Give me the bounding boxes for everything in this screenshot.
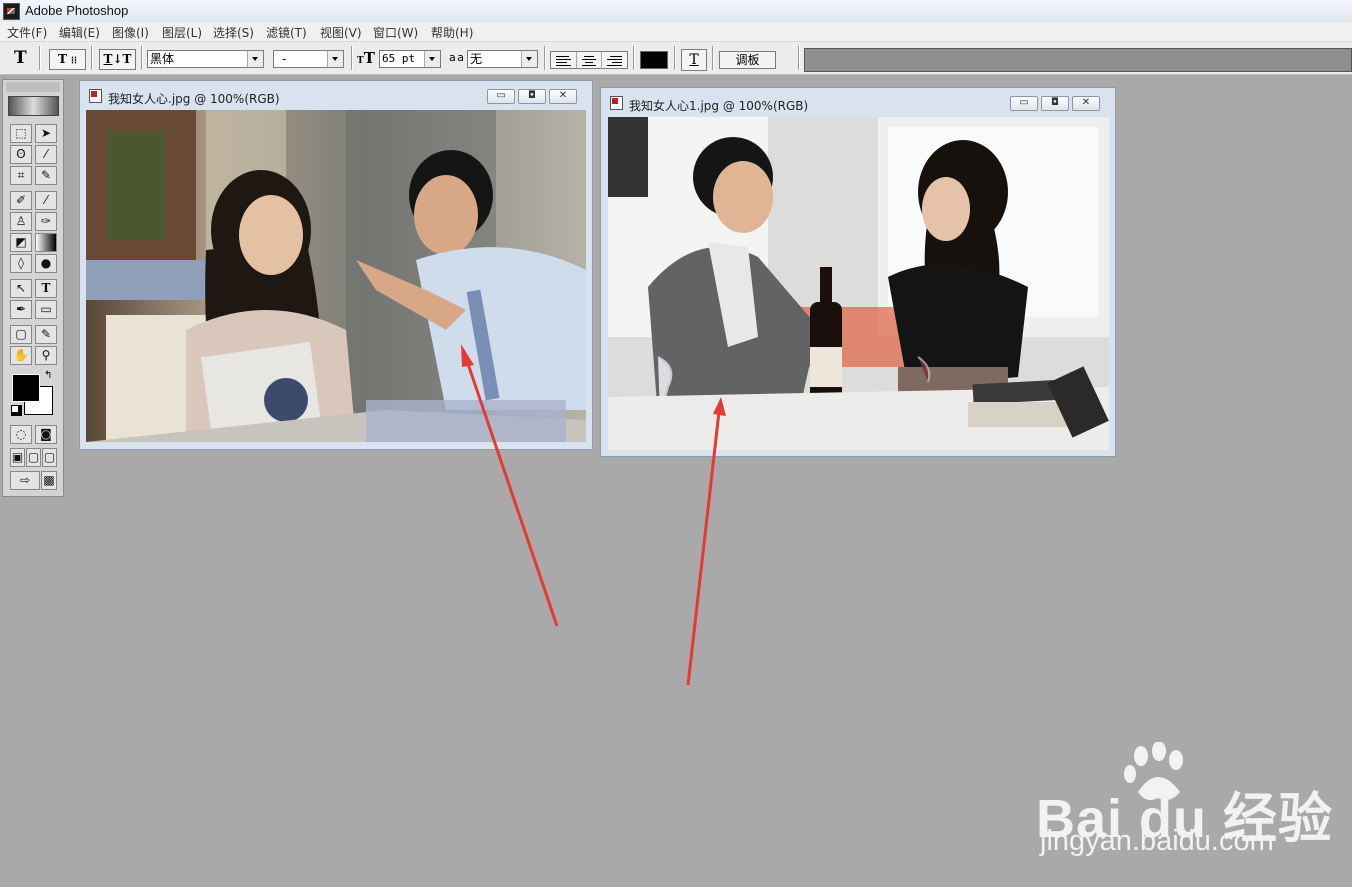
- red-arrow-2: [686, 397, 726, 686]
- watermark-url: jingyan.baidu.com: [1040, 825, 1274, 857]
- red-arrow-1: [461, 344, 559, 627]
- baidu-jingyan-watermark: Bai du 经验 jingyan.baidu.com: [1036, 742, 1336, 862]
- foreground-color-swatch[interactable]: [12, 374, 40, 402]
